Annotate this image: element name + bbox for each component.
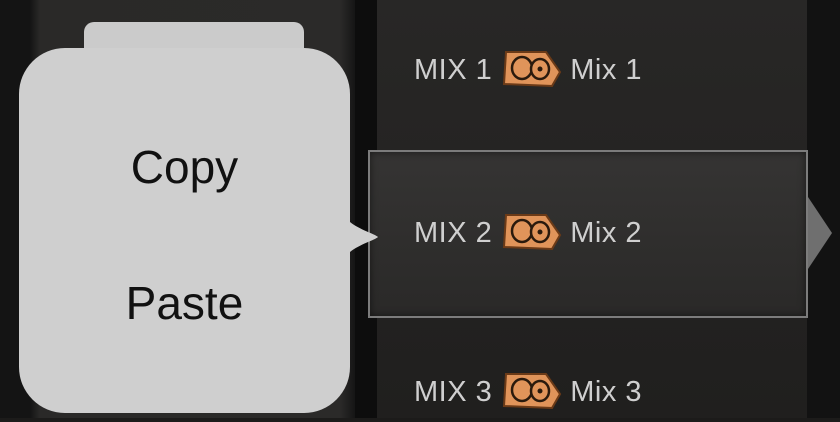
mix-name-label: Mix 3 (570, 375, 643, 408)
copy-menu-item[interactable]: Copy (19, 140, 350, 194)
monitor-wedge-icon (500, 370, 564, 415)
mix-name-label: Mix 1 (570, 53, 643, 86)
mix-row-3[interactable]: MIX 3 Mix 3 (414, 362, 794, 422)
mix-id-label: MIX 2 (414, 216, 493, 249)
mix-name-label: Mix 2 (570, 216, 643, 249)
monitor-wedge-icon (500, 211, 564, 256)
mix-id-label: MIX 1 (414, 53, 493, 86)
mix-row-2[interactable]: MIX 2 Mix 2 (414, 203, 794, 263)
mix-row-1[interactable]: MIX 1 Mix 1 (414, 40, 794, 100)
paste-menu-item[interactable]: Paste (19, 276, 350, 330)
context-menu (19, 48, 350, 413)
selection-arrow-icon (808, 197, 832, 269)
monitor-wedge-icon (500, 48, 564, 93)
mix-id-label: MIX 3 (414, 375, 493, 408)
